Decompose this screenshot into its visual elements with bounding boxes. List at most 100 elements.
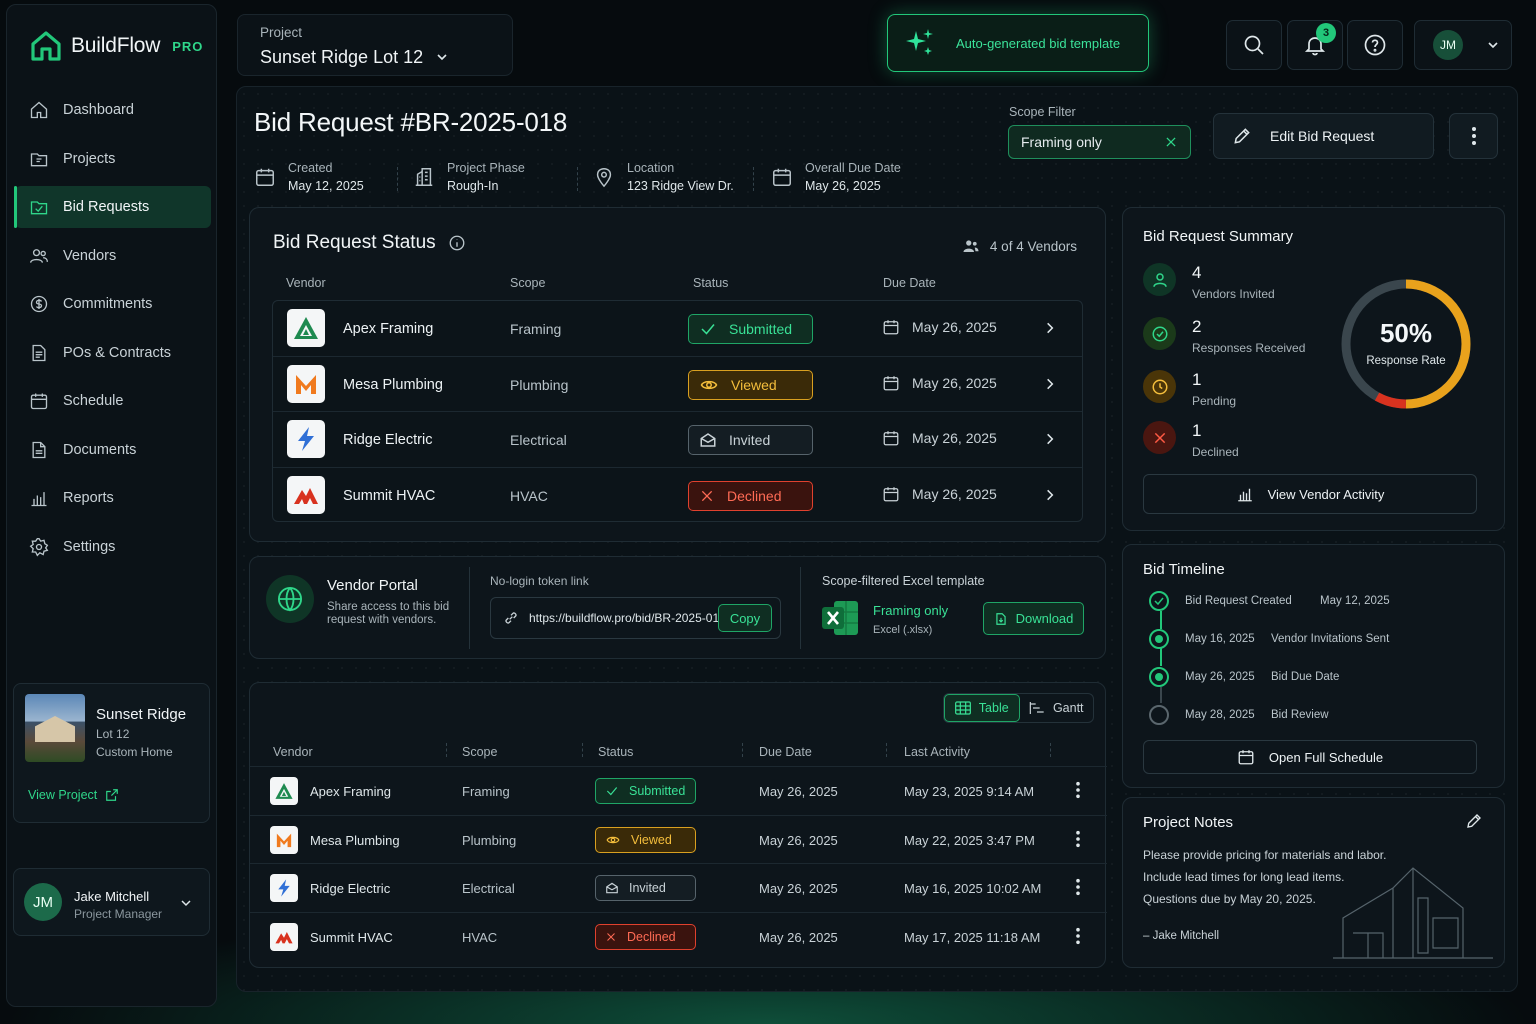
sidebar-item-vendors[interactable]: Vendors [15, 235, 211, 277]
gantt-icon [1029, 702, 1044, 714]
excel-file-icon [822, 601, 858, 635]
chevron-right-icon[interactable] [1043, 431, 1057, 447]
status-row[interactable]: Mesa Plumbing Plumbing Viewed May 26, 20… [273, 357, 1082, 412]
stat-declined: 1 Declined [1143, 421, 1239, 459]
sidebar-item-pos-contracts[interactable]: POs & Contracts [15, 332, 211, 374]
copy-link-button[interactable]: Copy [718, 604, 772, 632]
external-link-icon [106, 789, 119, 801]
vendor-scope: Electrical [510, 432, 567, 448]
sparkles-icon [906, 29, 933, 55]
link-icon [505, 612, 517, 624]
status-row[interactable]: Summit HVAC HVAC Declined May 26, 2025 [273, 468, 1082, 524]
search-icon [1244, 35, 1264, 55]
table-row[interactable]: Apex Framing Framing Submitted May 26, 2… [250, 767, 1107, 816]
auto-generated-template-button[interactable]: Auto-generated bid template [887, 14, 1149, 72]
open-full-schedule-button[interactable]: Open Full Schedule [1143, 740, 1477, 774]
sidebar-item-label: Projects [63, 150, 116, 167]
chevron-right-icon[interactable] [1043, 320, 1057, 336]
table-icon [954, 701, 971, 715]
vendor-count-label: 4 of 4 Vendors [989, 238, 1077, 254]
more-vertical-icon[interactable] [1075, 830, 1081, 848]
gantt-view-label: Gantt [1052, 701, 1084, 715]
eye-icon [700, 380, 718, 389]
user-menu[interactable]: JM Jake Mitchell Project Manager [13, 868, 210, 936]
chevron-right-icon[interactable] [1043, 376, 1057, 392]
view-project-link[interactable]: View Project [28, 788, 119, 802]
bar-chart-icon [1237, 488, 1252, 502]
sidebar-item-label: Settings [63, 538, 116, 555]
gantt-view-button[interactable]: Gantt [1020, 694, 1094, 722]
column-header: Scope [510, 276, 546, 290]
account-menu[interactable]: JM [1414, 20, 1512, 70]
project-selector[interactable]: Project Sunset Ridge Lot 12 [237, 14, 513, 76]
sidebar-item-settings[interactable]: Settings [15, 526, 211, 568]
stat-value: 1 [1192, 421, 1202, 440]
page-title: Bid Request #BR-2025-018 [254, 107, 568, 137]
summary-title: Bid Request Summary [1143, 228, 1294, 245]
status-list: Apex Framing Framing Submitted May 26, 2… [272, 300, 1083, 522]
close-icon[interactable] [1164, 135, 1178, 149]
help-button[interactable] [1347, 20, 1403, 70]
sidebar-item-documents[interactable]: Documents [15, 429, 211, 471]
vendor-portal-desc: request with vendors. [327, 614, 437, 626]
cell-vendor: Mesa Plumbing [310, 832, 400, 848]
download-template-button[interactable]: Download [983, 602, 1084, 635]
sidebar-item-projects[interactable]: Projects [15, 138, 211, 180]
calendar-icon [1238, 750, 1254, 765]
sidebar: BuildFlow PRO Dashboard Projects Bid Req… [6, 4, 217, 1007]
project-thumbnail [25, 694, 85, 762]
sidebar-item-label: POs & Contracts [63, 344, 171, 361]
more-options-button[interactable] [1449, 113, 1498, 159]
download-label: Download [1015, 611, 1074, 626]
status-badge-label: Declined [627, 929, 676, 944]
sidebar-item-commitments[interactable]: Commitments [15, 283, 211, 325]
x-icon [1143, 421, 1176, 454]
x-icon [607, 932, 615, 941]
view-vendor-activity-button[interactable]: View Vendor Activity [1143, 474, 1477, 514]
vendor-scope: HVAC [510, 487, 548, 504]
more-vertical-icon[interactable] [1075, 878, 1081, 896]
more-vertical-icon[interactable] [1075, 927, 1081, 945]
status-badge: Submitted [688, 314, 813, 344]
logo[interactable]: BuildFlow PRO [29, 29, 203, 63]
table-view-label: Table [978, 701, 1009, 715]
sidebar-item-bid-requests[interactable]: Bid Requests [14, 186, 211, 228]
sidebar-item-reports[interactable]: Reports [15, 477, 211, 519]
vendor-table-panel: Table Gantt Vendor Scope Status Due Date… [249, 682, 1107, 968]
table-row[interactable]: Summit HVAC HVAC Declined May 26, 2025 M… [250, 913, 1107, 962]
timeline-event: May 28, 2025 Bid Review [1149, 705, 1329, 725]
active-dot-icon [1149, 629, 1169, 649]
status-row[interactable]: Ridge Electric Electrical Invited May 26… [273, 412, 1082, 468]
project-card-type: Custom Home [96, 745, 173, 759]
meta-due-date: Overall Due Date May 26, 2025 [771, 161, 901, 193]
notifications-button[interactable]: 3 [1287, 20, 1343, 70]
status-row[interactable]: Apex Framing Framing Submitted May 26, 2… [273, 301, 1082, 357]
pencil-icon[interactable] [1465, 812, 1483, 830]
token-link-field[interactable]: https://buildflow.pro/bid/BR-2025-018 Co… [490, 597, 781, 639]
cell-due: May 26, 2025 [759, 832, 838, 848]
sidebar-item-schedule[interactable]: Schedule [15, 380, 211, 422]
timeline-event-label: Bid Due Date [1271, 671, 1340, 683]
status-badge-label: Declined [727, 487, 782, 504]
scope-filter-chip[interactable]: Framing only [1008, 125, 1191, 159]
home-icon [30, 101, 48, 119]
status-badge: Submitted [595, 778, 696, 804]
status-badge-label: Viewed [631, 832, 672, 847]
status-badge: Invited [688, 425, 813, 455]
chevron-right-icon[interactable] [1043, 487, 1057, 503]
edit-bid-request-button[interactable]: Edit Bid Request [1213, 113, 1434, 159]
info-icon[interactable] [448, 234, 466, 252]
status-badge-label: Submitted [629, 784, 686, 798]
table-row[interactable]: Mesa Plumbing Plumbing Viewed May 26, 20… [250, 816, 1107, 864]
file-download-icon [995, 612, 1006, 625]
main-content: Bid Request #BR-2025-018 Created May 12, … [236, 86, 1518, 992]
column-header: Due Date [883, 276, 936, 290]
table-row[interactable]: Ridge Electric Electrical Invited May 26… [250, 864, 1107, 913]
table-view-button[interactable]: Table [944, 694, 1020, 722]
chevron-down-icon [437, 54, 447, 61]
project-card-title: Sunset Ridge [96, 706, 187, 723]
search-button[interactable] [1226, 20, 1282, 70]
project-notes-panel: Project Notes Please provide pricing for… [1122, 797, 1505, 968]
sidebar-item-dashboard[interactable]: Dashboard [15, 89, 211, 131]
more-vertical-icon[interactable] [1075, 781, 1081, 799]
